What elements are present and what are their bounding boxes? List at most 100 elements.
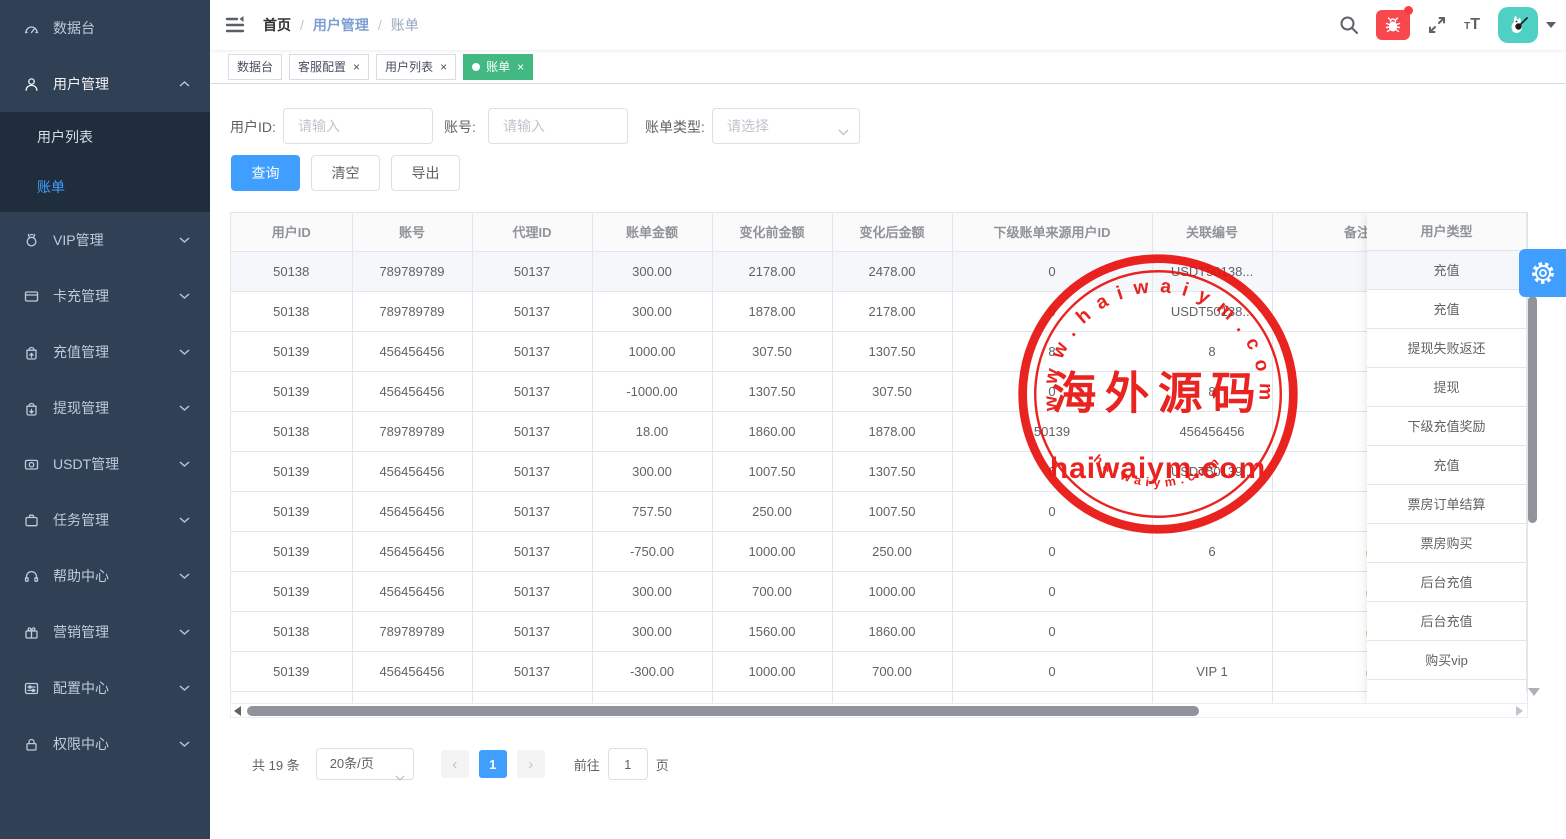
sidebar-item-4[interactable]: 卡充管理 — [0, 268, 210, 324]
table-row: 5013945645645650137300.001007.501307.500… — [231, 451, 1528, 491]
tab-客服配置[interactable]: 客服配置× — [289, 54, 369, 80]
horizontal-scrollbar-thumb[interactable] — [247, 706, 1199, 716]
sidebar-item-11[interactable]: 配置中心 — [0, 660, 210, 716]
cell-before: 1307.50 — [712, 371, 832, 411]
breadcrumb-separator: / — [300, 17, 304, 33]
export-button[interactable]: 导出 — [391, 155, 460, 191]
cell-source_user_id: 50139 — [952, 411, 1152, 451]
user-avatar[interactable] — [1498, 7, 1538, 43]
bill-type-select[interactable]: 请选择 — [712, 108, 860, 144]
tab-用户列表[interactable]: 用户列表× — [376, 54, 456, 80]
goto-page-input[interactable] — [608, 748, 648, 780]
cell-account: 456456456 — [352, 491, 472, 531]
cell-after: 1007.50 — [832, 491, 952, 531]
close-icon[interactable]: × — [440, 61, 447, 73]
page-size-select[interactable]: 20条/页 — [316, 748, 414, 780]
scroll-left-icon[interactable] — [234, 706, 241, 716]
cell-user-type: 下级充值奖励 — [1367, 407, 1527, 446]
font-size-icon[interactable]: TT — [1464, 16, 1480, 34]
cell-agent_id: 50137 — [472, 291, 592, 331]
withdraw-icon — [24, 400, 40, 416]
prev-page-button[interactable]: ‹ — [441, 750, 469, 778]
cell-amount: 300.00 — [592, 451, 712, 491]
cell-amount: 18.00 — [592, 411, 712, 451]
sidebar-item-8[interactable]: 任务管理 — [0, 492, 210, 548]
scroll-down-icon[interactable] — [1528, 688, 1540, 696]
sidebar-item-3[interactable]: VIP管理 — [0, 212, 210, 268]
cell-before: 1000.00 — [712, 651, 832, 691]
tab-账单[interactable]: 账单× — [463, 54, 533, 80]
hamburger-icon[interactable] — [224, 14, 246, 36]
cell-source_user_id: 0 — [952, 491, 1152, 531]
sidebar-item-label: 用户管理 — [53, 74, 109, 94]
current-page-button[interactable]: 1 — [479, 750, 507, 778]
pagination-total: 共 19 条 — [252, 755, 300, 774]
bill-type-placeholder: 请选择 — [727, 116, 769, 136]
tab-数据台[interactable]: 数据台 — [228, 54, 282, 80]
main-area: 首页/用户管理/账单 — [210, 0, 1566, 839]
fixed-user-type-column: 用户类型充值充值提现失败返还提现下级充值奖励充值票房订单结算票房购买后台充值后台… — [1367, 213, 1527, 703]
clear-button[interactable]: 清空 — [311, 155, 380, 191]
cell-after: 1000.00 — [832, 571, 952, 611]
cell-amount: -750.00 — [592, 531, 712, 571]
navbar-actions: TT — [1330, 0, 1556, 50]
cell-source_user_id: 0 — [952, 291, 1152, 331]
sidebar-item-10[interactable]: 营销管理 — [0, 604, 210, 660]
close-icon[interactable]: × — [353, 61, 360, 73]
cell-user_id: 50139 — [231, 331, 352, 371]
dropdown-caret[interactable] — [1546, 22, 1556, 28]
sidebar-item-1[interactable]: 数据台 — [0, 0, 210, 56]
cell-amount: 300.00 — [592, 251, 712, 291]
cell-account: 456456456 — [352, 331, 472, 371]
sidebar-subitem[interactable]: 账单 — [0, 162, 210, 212]
sidebar-item-5[interactable]: 充值管理 — [0, 324, 210, 380]
horizontal-scrollbar[interactable] — [230, 703, 1528, 718]
sidebar-item-7[interactable]: USDT管理 — [0, 436, 210, 492]
next-page-button[interactable]: › — [517, 750, 545, 778]
sidebar-item-9[interactable]: 帮助中心 — [0, 548, 210, 604]
sidebar-subitem[interactable]: 用户列表 — [0, 112, 210, 162]
cell-agent_id: 50137 — [472, 491, 592, 531]
cell-user-type: 票房订单结算 — [1367, 485, 1527, 524]
cell-after: 1860.00 — [832, 611, 952, 651]
cell-after: 700.00 — [832, 651, 952, 691]
sidebar-item-6[interactable]: 提现管理 — [0, 380, 210, 436]
column-header: 变化后金额 — [832, 213, 952, 251]
search-button[interactable]: 查询 — [231, 155, 300, 191]
sidebar-item-label: 卡充管理 — [53, 286, 109, 306]
user-id-input[interactable] — [283, 108, 433, 144]
account-label: 账号: — [444, 117, 476, 137]
settings-gear-icon[interactable] — [1519, 249, 1566, 297]
table-row: 5013945645645650137-300.001000.00700.000… — [231, 651, 1528, 691]
cell-agent_id: 50137 — [472, 611, 592, 651]
table-header-row: 用户ID账号代理ID账单金额变化前金额变化后金额下级账单来源用户ID关联编号备注 — [231, 213, 1528, 251]
cell-user_id: 50138 — [231, 411, 352, 451]
cell-source_user_id: 0 — [952, 251, 1152, 291]
tabs-bar: 数据台客服配置× 用户列表× 账单× — [210, 50, 1566, 84]
cell-source_user_id: 0 — [952, 571, 1152, 611]
scroll-right-icon[interactable] — [1516, 706, 1523, 716]
search-icon[interactable] — [1338, 14, 1360, 36]
column-header: 代理ID — [472, 213, 592, 251]
cell-before: 1000.00 — [712, 531, 832, 571]
column-header: 下级账单来源用户ID — [952, 213, 1152, 251]
cell-ref_no: USDT50138... — [1152, 291, 1272, 331]
breadcrumb-item[interactable]: 用户管理 — [313, 15, 369, 35]
close-icon[interactable]: × — [517, 61, 524, 73]
cell-user-type: 充值 — [1367, 290, 1527, 329]
sidebar-item-12[interactable]: 权限中心 — [0, 716, 210, 772]
cell-user_id: 50138 — [231, 291, 352, 331]
cell-ref_no: USDT50139... — [1152, 451, 1272, 491]
bug-icon[interactable] — [1376, 10, 1410, 40]
vertical-scrollbar[interactable] — [1528, 296, 1537, 526]
sidebar-item-2[interactable]: 用户管理 — [0, 56, 210, 112]
fullscreen-icon[interactable] — [1426, 14, 1448, 36]
cell-before: 700.00 — [712, 571, 832, 611]
table-row: 5013945645645650137-750.001000.00250.000… — [231, 531, 1528, 571]
cell-user_id: 50138 — [231, 611, 352, 651]
sidebar-item-label: 权限中心 — [53, 734, 109, 754]
cell-before: 1007.50 — [712, 451, 832, 491]
cell-user_id: 50138 — [231, 251, 352, 291]
breadcrumb-item[interactable]: 首页 — [263, 15, 291, 35]
account-input[interactable] — [488, 108, 628, 144]
